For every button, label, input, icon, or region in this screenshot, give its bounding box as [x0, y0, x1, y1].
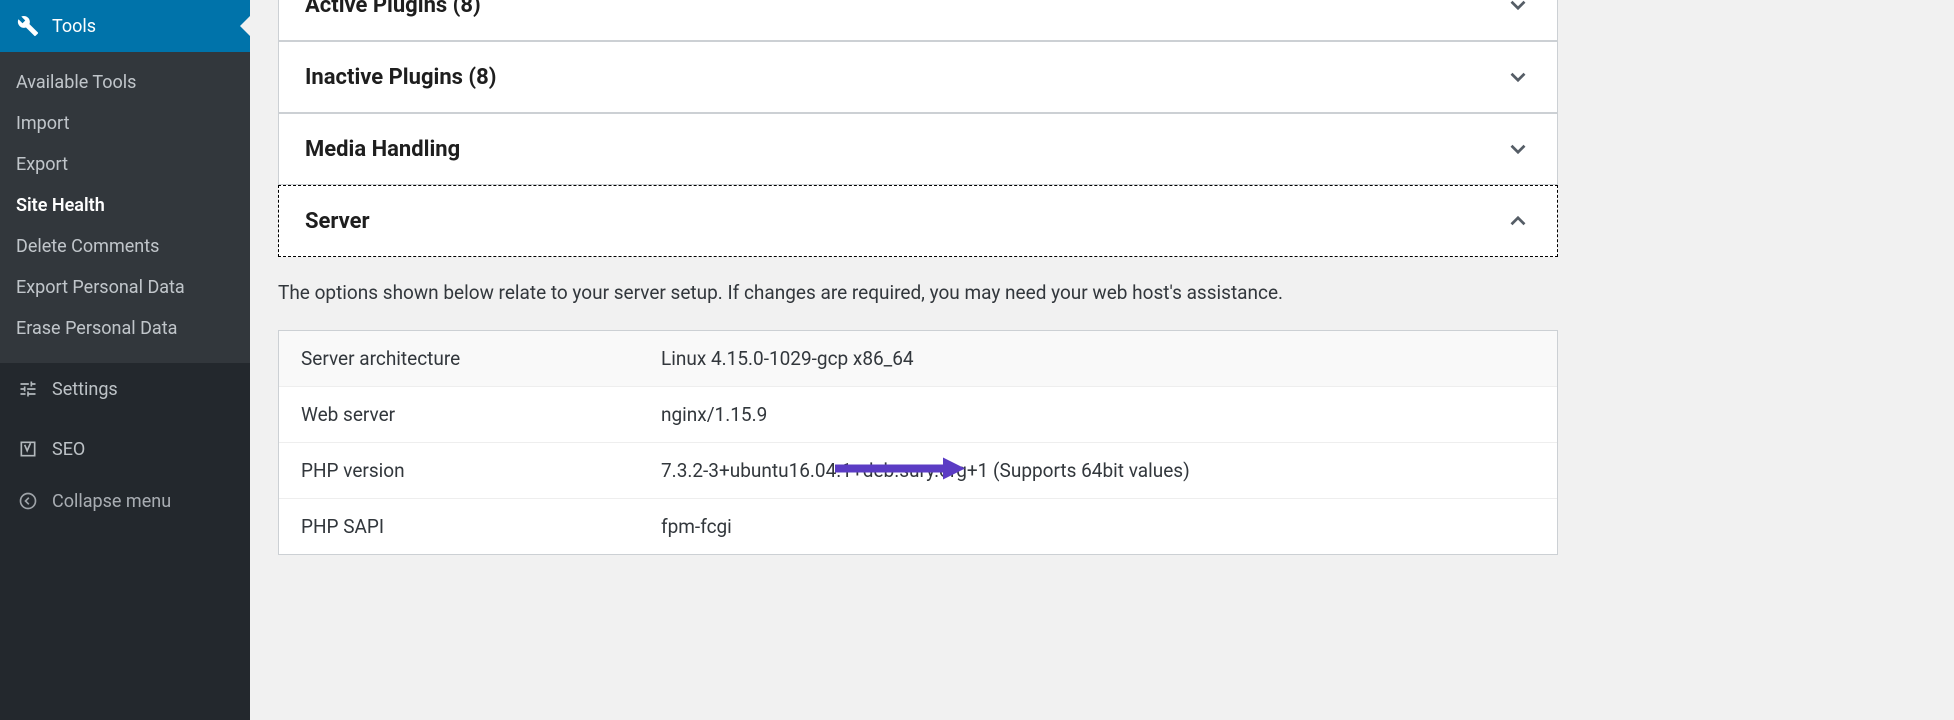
row-label: PHP version — [301, 459, 661, 482]
submenu-item-export-personal-data[interactable]: Export Personal Data — [0, 267, 250, 308]
panel-header-active-plugins[interactable]: Active Plugins (8) — [279, 0, 1557, 40]
table-row: PHP version 7.3.2-3+ubuntu16.04.1+deb.su… — [279, 443, 1557, 499]
row-value: nginx/1.15.9 — [661, 403, 1535, 426]
wrench-icon — [16, 14, 40, 38]
collapse-icon — [16, 489, 40, 513]
table-row: Server architecture Linux 4.15.0-1029-gc… — [279, 331, 1557, 387]
panel-title: Media Handling — [305, 137, 460, 162]
sidebar-item-seo[interactable]: SEO — [0, 423, 250, 475]
panel-title: Server — [305, 209, 370, 234]
row-value: Linux 4.15.0-1029-gcp x86_64 — [661, 347, 1535, 370]
chevron-down-icon — [1505, 136, 1531, 162]
table-row: PHP SAPI fpm-fcgi — [279, 499, 1557, 554]
chevron-up-icon — [1505, 208, 1531, 234]
submenu-item-site-health[interactable]: Site Health — [0, 185, 250, 226]
chevron-down-icon — [1505, 0, 1531, 18]
sliders-icon — [16, 377, 40, 401]
sidebar-item-label: SEO — [52, 439, 85, 460]
submenu-item-delete-comments[interactable]: Delete Comments — [0, 226, 250, 267]
panel-server: Server — [278, 185, 1558, 257]
panel-title: Active Plugins (8) — [305, 0, 481, 18]
submenu-item-import[interactable]: Import — [0, 103, 250, 144]
collapse-menu[interactable]: Collapse menu — [0, 475, 250, 527]
row-label: Server architecture — [301, 347, 661, 370]
chevron-down-icon — [1505, 64, 1531, 90]
yoast-icon — [16, 437, 40, 461]
row-value: 7.3.2-3+ubuntu16.04.1+deb.sury.org+1 (Su… — [661, 459, 1535, 482]
panel-inactive-plugins: Inactive Plugins (8) — [278, 41, 1558, 113]
row-label: PHP SAPI — [301, 515, 661, 538]
submenu-item-available-tools[interactable]: Available Tools — [0, 62, 250, 103]
main-content: Active Plugins (8) Inactive Plugins (8) … — [250, 0, 1954, 720]
panel-media-handling: Media Handling — [278, 113, 1558, 185]
panel-server-body: The options shown below relate to your s… — [278, 257, 1926, 555]
panel-header-media-handling[interactable]: Media Handling — [279, 114, 1557, 184]
table-row: Web server nginx/1.15.9 — [279, 387, 1557, 443]
panel-title: Inactive Plugins (8) — [305, 65, 496, 90]
sidebar-item-label: Settings — [52, 379, 118, 400]
sidebar-item-tools[interactable]: Tools — [0, 0, 250, 52]
submenu-item-erase-personal-data[interactable]: Erase Personal Data — [0, 308, 250, 349]
tools-submenu: Available Tools Import Export Site Healt… — [0, 52, 250, 363]
row-value: fpm-fcgi — [661, 515, 1535, 538]
panel-header-server[interactable]: Server — [279, 186, 1557, 256]
submenu-item-export[interactable]: Export — [0, 144, 250, 185]
row-label: Web server — [301, 403, 661, 426]
server-description: The options shown below relate to your s… — [278, 281, 1926, 330]
admin-sidebar: Tools Available Tools Import Export Site… — [0, 0, 250, 720]
sidebar-item-label: Tools — [52, 16, 96, 37]
panel-header-inactive-plugins[interactable]: Inactive Plugins (8) — [279, 42, 1557, 112]
sidebar-item-settings[interactable]: Settings — [0, 363, 250, 415]
server-info-table: Server architecture Linux 4.15.0-1029-gc… — [278, 330, 1558, 555]
collapse-label: Collapse menu — [52, 491, 171, 512]
